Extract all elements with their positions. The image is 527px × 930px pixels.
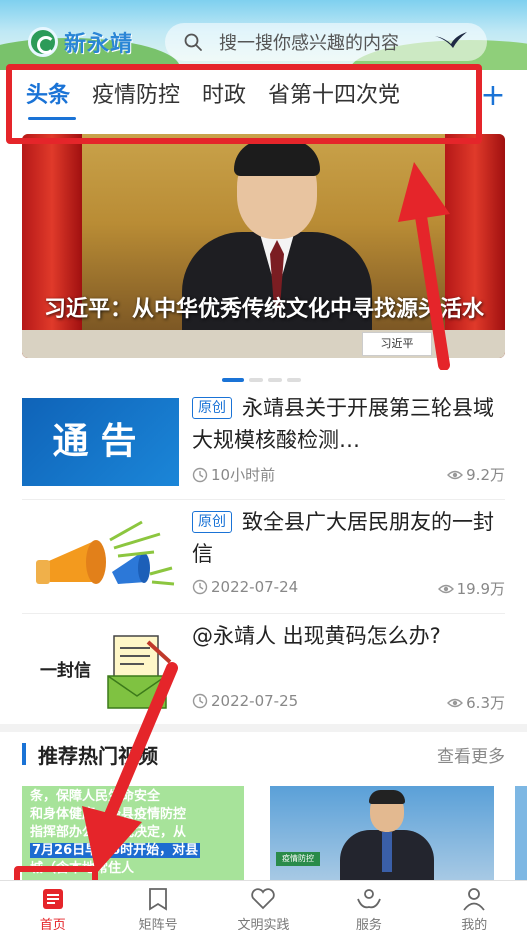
news-anchor-tie (382, 832, 392, 872)
nav-home[interactable]: 首页 (0, 881, 105, 930)
video-card[interactable]: 条，保障人民生命安全 和身体健康，经县疫情防控 指挥部办公室研究决定，从 7月2… (22, 786, 244, 880)
bottom-navigation: 首页 矩阵号 文明实践 服务 我的 (0, 880, 527, 930)
search-placeholder: 搜一搜你感兴趣的内容 (219, 33, 399, 54)
megaphone-icon (36, 520, 175, 586)
logo-icon (28, 27, 58, 57)
add-channel-icon[interactable]: + (478, 81, 508, 112)
news-views-text: 6.3万 (466, 694, 505, 712)
carousel-indicator (222, 378, 306, 382)
app-header: 新永靖 搜一搜你感兴趣的内容 (0, 0, 527, 70)
video-highlight-text: 7月26日早上6时开始，对县 (30, 843, 201, 858)
bookmark-icon (149, 888, 167, 911)
news-views: 19.9万 (437, 578, 505, 599)
nav-label: 文明实践 (237, 918, 290, 930)
channel-tabs: 头条 疫情防控 时政 省第十四次党 + (0, 70, 527, 126)
service-hands-icon (357, 889, 381, 909)
nav-civilization[interactable]: 文明实践 (211, 881, 316, 930)
eye-icon (447, 698, 464, 707)
news-time: 2022-07-24 (192, 578, 298, 596)
nav-label: 矩阵号 (138, 918, 178, 930)
nav-label: 我的 (461, 918, 488, 930)
envelope-letter-icon (107, 635, 172, 709)
clock-icon (192, 693, 208, 709)
logo-text: 新永靖 (64, 32, 134, 57)
nav-service[interactable]: 服务 (316, 881, 421, 930)
news-time-text: 10小时前 (211, 466, 276, 484)
tab-list: 头条 疫情防控 时政 省第十四次党 (26, 80, 422, 120)
tab-headlines[interactable]: 头条 (26, 80, 77, 120)
video-text-line: 条，保障人民生命安全 (30, 789, 161, 804)
home-icon (42, 889, 63, 909)
news-time: 10小时前 (192, 464, 275, 485)
tab-fade-overlay (420, 70, 470, 126)
letter-thumb-text: 一封信 (40, 661, 91, 681)
news-views-text: 19.9万 (456, 580, 505, 598)
original-tag: 原创 (192, 511, 232, 533)
app-logo: 新永靖 (28, 26, 178, 58)
eye-icon (447, 470, 464, 479)
nav-profile[interactable]: 我的 (422, 881, 527, 930)
original-tag: 原创 (192, 397, 232, 419)
nav-label: 首页 (39, 918, 66, 930)
letter-thumbnail: 一封信 (22, 626, 179, 714)
banner-caption: 习近平：从中华优秀传统文化中寻找源头活水 (44, 297, 485, 322)
hot-videos-header: 推荐热门视频 查看更多 (22, 740, 505, 770)
news-title: @永靖人 出现黄码怎么办? (192, 624, 441, 648)
search-icon (184, 33, 202, 51)
news-time-text: 2022-07-24 (211, 578, 299, 596)
carousel-dot (222, 378, 244, 382)
carousel-dot (268, 378, 282, 382)
swallow-bird-icon (435, 32, 467, 48)
news-views: 9.2万 (447, 464, 505, 485)
tab-politics[interactable]: 时政 (202, 80, 246, 116)
news-anchor-hair (369, 790, 405, 804)
megaphone-thumbnail (22, 512, 179, 600)
video-text-line: 指挥部办公室研究决定，从 (30, 825, 187, 840)
main-feed: 习近平 习近平：从中华优秀传统文化中寻找源头活水 通告 原创 永靖县关于开展第三轮… (0, 126, 527, 880)
section-divider (0, 724, 527, 732)
banner-nameplate: 习近平 (362, 332, 432, 356)
news-title: 原创 致全县广大居民朋友的一封信 (192, 506, 505, 570)
tab-epidemic-control[interactable]: 疫情防控 (92, 80, 180, 116)
banner-desk (22, 330, 505, 358)
clock-icon (192, 467, 208, 482)
carousel-dot (249, 378, 263, 382)
video-card[interactable]: 疫情防控 (270, 786, 494, 880)
tab-provincial-congress[interactable]: 省第十四次党 (268, 80, 400, 116)
nav-label: 服务 (355, 918, 382, 930)
section-accent-bar (22, 743, 26, 765)
video-badge: 疫情防控 (276, 852, 320, 866)
video-text-line: 城（含本地常住人 (30, 861, 135, 876)
news-item[interactable]: 原创 致全县广大居民朋友的一封信 2022-07-24 19.9万 (22, 506, 505, 614)
news-item[interactable]: 通告 原创 永靖县关于开展第三轮县域大规模核酸检测… 10小时前 9.2万 (22, 392, 505, 500)
video-text-line: 和身体健康，经县疫情防控 (30, 807, 187, 822)
news-thumbnail: 通告 (22, 398, 179, 486)
person-icon (463, 888, 485, 911)
banner-carousel[interactable]: 习近平 习近平：从中华优秀传统文化中寻找源头活水 (22, 134, 505, 358)
clock-icon (192, 579, 208, 595)
view-more-link[interactable]: 查看更多 (437, 742, 505, 767)
nav-matrix[interactable]: 矩阵号 (105, 881, 210, 930)
news-views-text: 9.2万 (466, 466, 505, 484)
person-hair (234, 140, 320, 176)
news-title-text: 致全县广大居民朋友的一封信 (192, 510, 494, 566)
heart-icon (251, 888, 276, 910)
news-time-text: 2022-07-25 (211, 692, 299, 710)
news-views: 6.3万 (447, 692, 505, 713)
section-title: 推荐热门视频 (38, 744, 158, 768)
news-time: 2022-07-25 (192, 692, 298, 710)
carousel-dot (287, 378, 301, 382)
news-item[interactable]: 一封信 @永靖人 出现黄码怎么办? 2022-07-25 6.3万 (22, 620, 505, 728)
eye-icon (437, 584, 454, 593)
video-text-line: 7月26日早上6时开始，对县 (30, 842, 236, 860)
video-card-partial[interactable] (515, 786, 527, 880)
news-title: 原创 永靖县关于开展第三轮县域大规模核酸检测… (192, 392, 505, 456)
news-title-text: 永靖县关于开展第三轮县域大规模核酸检测… (192, 396, 494, 452)
